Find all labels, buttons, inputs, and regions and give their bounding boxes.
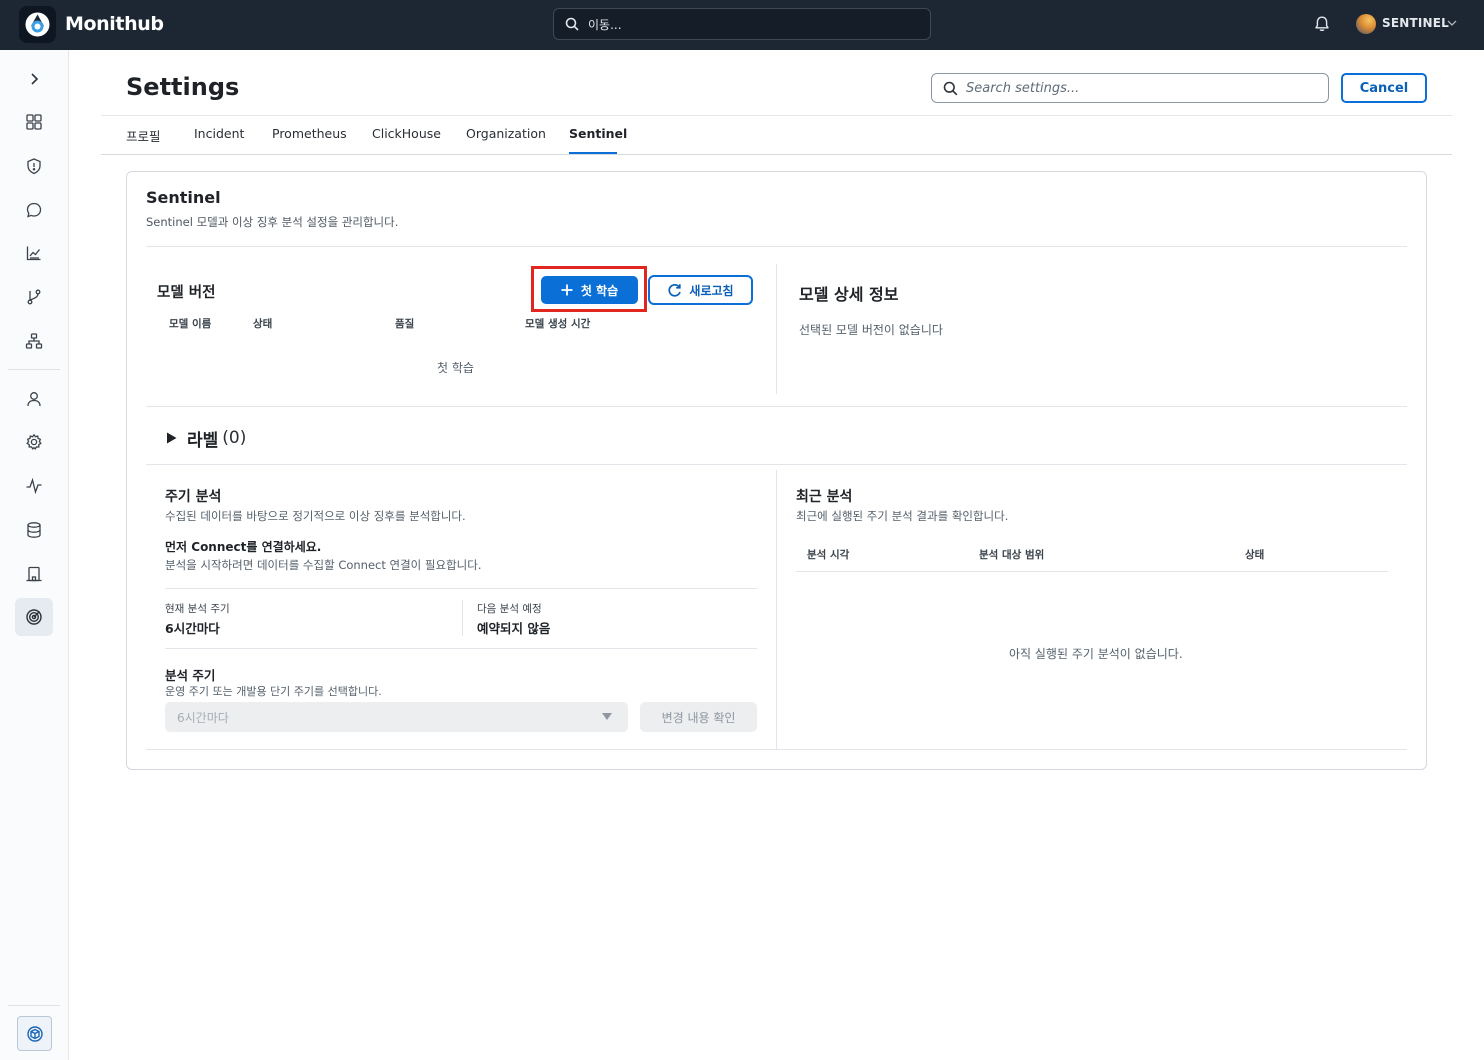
model-column-divider <box>776 264 777 394</box>
sidebar-item-radar-icon[interactable] <box>15 598 53 636</box>
global-search-input[interactable]: 이동... <box>553 8 931 40</box>
highlight-annotation-box <box>531 266 647 312</box>
column-header-quality: 품질 <box>395 318 415 330</box>
periodic-analysis-title: 주기 분석 <box>165 489 222 505</box>
recent-analysis-title: 최근 분석 <box>796 489 853 505</box>
sidebar-item-dashboard-icon[interactable] <box>15 103 53 141</box>
header-divider <box>101 115 1452 116</box>
search-icon <box>565 17 579 31</box>
column-header-analysis-status: 상태 <box>1245 549 1265 561</box>
column-header-model-name: 모델 이름 <box>169 318 212 330</box>
column-header-status: 상태 <box>253 318 273 330</box>
tab-clickhouse[interactable]: ClickHouse <box>372 126 441 141</box>
model-versions-title: 모델 버전 <box>157 285 216 301</box>
cancel-button[interactable]: Cancel <box>1341 73 1427 103</box>
periodic-analysis-description: 수집된 데이터를 바탕으로 정기적으로 이상 징후를 분석합니다. <box>165 509 466 523</box>
sidebar-item-network-icon[interactable] <box>15 322 53 360</box>
connect-notice-description: 분석을 시작하려면 데이터를 수집할 Connect 연결이 필요합니다. <box>165 558 482 572</box>
app-name: Monithub <box>65 13 164 35</box>
refresh-icon <box>668 283 682 297</box>
search-icon <box>943 81 958 96</box>
page-title: Settings <box>126 73 240 101</box>
next-analysis-value: 예약되지 않음 <box>477 621 551 636</box>
next-analysis-label: 다음 분석 예정 <box>477 603 542 615</box>
labels-bottom-divider <box>146 464 1407 465</box>
current-interval-value: 6시간마다 <box>165 621 220 636</box>
recent-table-header-divider <box>796 571 1388 572</box>
panel-bottom-divider <box>146 749 1407 750</box>
chevron-down-icon <box>1447 19 1457 27</box>
sidebar-item-gear-icon[interactable] <box>15 423 53 461</box>
tab-incident[interactable]: Incident <box>194 126 244 141</box>
model-versions-empty-text: 첫 학습 <box>437 361 474 375</box>
tab-sentinel[interactable]: Sentinel <box>569 126 627 141</box>
current-interval-label: 현재 분석 주기 <box>165 603 230 615</box>
connect-notice-title: 먼저 Connect를 연결하세요. <box>165 540 322 554</box>
sidebar-item-chat-icon[interactable] <box>15 191 53 229</box>
sidebar-item-database-icon[interactable] <box>15 511 53 549</box>
recent-analysis-description: 최근에 실행된 주기 분석 결과를 확인합니다. <box>796 509 1009 523</box>
section-title: Sentinel <box>146 188 221 207</box>
sidebar <box>0 50 69 1060</box>
analysis-column-divider <box>776 470 777 750</box>
tab-profile[interactable]: 프로필 <box>126 126 161 145</box>
sidebar-item-git-branch-icon[interactable] <box>15 278 53 316</box>
refresh-label: 새로고침 <box>689 283 734 298</box>
global-search-text: 이동... <box>588 18 622 32</box>
settings-search-field[interactable] <box>931 73 1329 103</box>
section-description: Sentinel 모델과 이상 징후 분석 설정을 관리합니다. <box>146 215 399 229</box>
interval-title: 분석 주기 <box>165 668 216 683</box>
labels-top-divider <box>146 406 1407 407</box>
section-divider <box>146 246 1407 247</box>
sidebar-expand-chevron-right-icon[interactable] <box>15 60 53 98</box>
confirm-changes-button[interactable]: 변경 내용 확인 <box>640 702 757 732</box>
sidebar-package-icon[interactable] <box>17 1016 52 1051</box>
refresh-button[interactable]: 새로고침 <box>648 275 753 305</box>
model-detail-title: 모델 상세 정보 <box>799 285 899 304</box>
notification-bell-icon[interactable] <box>1313 15 1331 33</box>
sidebar-bottom-divider <box>8 1005 60 1006</box>
sidebar-item-building-icon[interactable] <box>15 555 53 593</box>
sidebar-divider <box>8 369 60 370</box>
sidebar-item-shield-icon[interactable] <box>15 147 53 185</box>
sidebar-item-user-icon[interactable] <box>15 380 53 418</box>
tab-prometheus[interactable]: Prometheus <box>272 126 347 141</box>
kv-divider <box>462 600 463 636</box>
labels-title: 라벨 <box>187 430 219 451</box>
labels-toggle[interactable]: 라벨 (0) <box>166 427 247 451</box>
user-name: SENTINEL <box>1382 16 1450 30</box>
avatar <box>1356 14 1376 34</box>
tabs-divider <box>101 154 1452 155</box>
sidebar-item-activity-icon[interactable] <box>15 467 53 505</box>
tab-organization[interactable]: Organization <box>466 126 546 141</box>
interval-description: 운영 주기 또는 개발용 단기 주기를 선택합니다. <box>165 685 382 698</box>
model-detail-empty-text: 선택된 모델 버전이 없습니다 <box>799 323 943 337</box>
labels-count: (0) <box>222 428 247 448</box>
periodic-divider-1 <box>165 588 757 589</box>
dropdown-arrow-icon <box>602 713 612 720</box>
column-header-created-time: 모델 생성 시간 <box>525 318 591 330</box>
sidebar-item-chart-icon[interactable] <box>15 234 53 272</box>
periodic-divider-2 <box>165 648 757 649</box>
column-header-analysis-range: 분석 대상 범위 <box>979 549 1045 561</box>
settings-search-input[interactable] <box>966 79 1316 98</box>
interval-select-value: 6시간마다 <box>177 711 229 725</box>
top-bar: Monithub 이동... SENTINEL <box>0 0 1484 50</box>
recent-analysis-empty-text: 아직 실행된 주기 분석이 없습니다. <box>1009 647 1183 661</box>
app-logo-icon[interactable] <box>19 6 56 43</box>
column-header-analysis-time: 분석 시각 <box>807 549 850 561</box>
interval-select[interactable]: 6시간마다 <box>165 702 628 732</box>
caret-right-icon <box>167 432 177 444</box>
